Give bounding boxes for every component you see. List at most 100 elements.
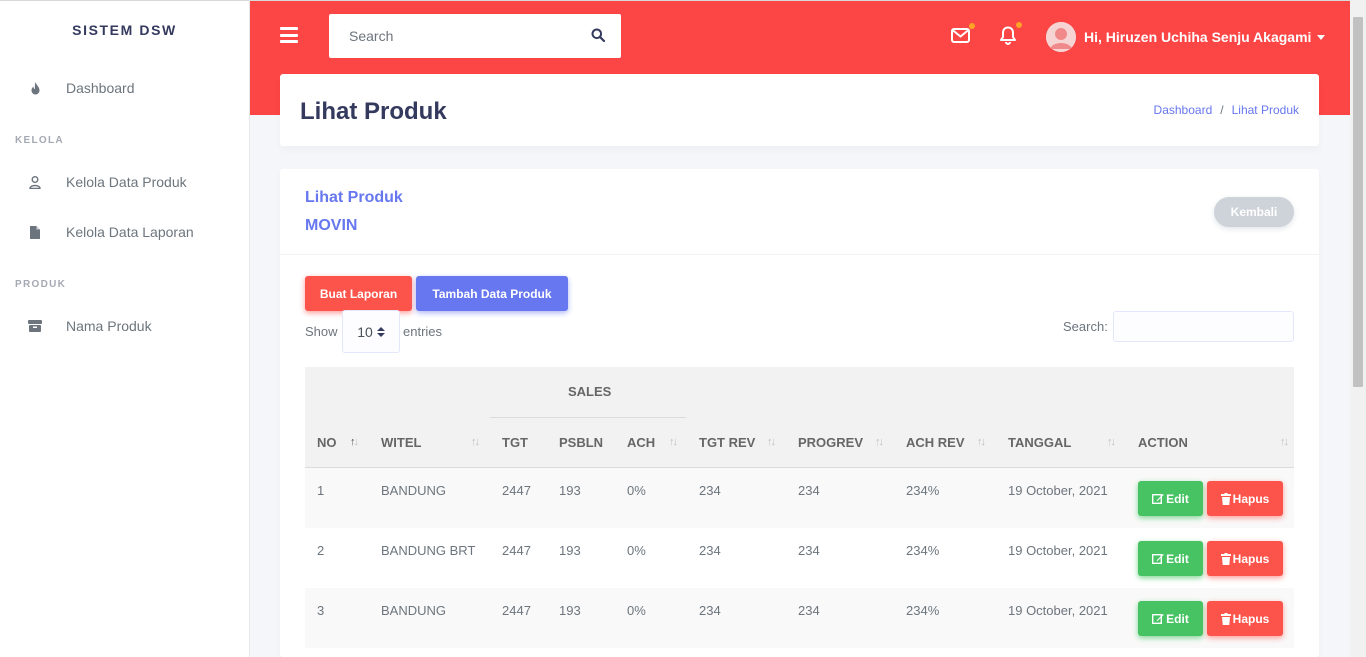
cell-progrev: 234 (798, 543, 820, 558)
column-header-ach[interactable]: ACH (627, 435, 655, 450)
trash-icon (1220, 552, 1231, 565)
cell-ach-rev: 234% (906, 603, 940, 618)
sidebar-item-label: Kelola Data Produk (66, 174, 187, 190)
back-button[interactable]: Kembali (1214, 197, 1294, 227)
sidebar: SISTEM DSW Dashboard KELOLA Kelola Data … (0, 0, 250, 657)
cell-tanggal: 19 October, 2021 (1008, 543, 1108, 558)
edit-button[interactable]: Edit (1138, 481, 1203, 516)
table-row: 2 BANDUNG BRT 2447 193 0% 234 234 234% 1… (305, 528, 1294, 588)
card-header: Lihat Produk MOVIN Kembali (280, 169, 1319, 255)
table-row: 1 BANDUNG 2447 193 0% 234 234 234% 19 Oc… (305, 468, 1294, 528)
delete-label: Hapus (1232, 551, 1270, 566)
breadcrumb-separator: / (1220, 103, 1224, 117)
cell-tgt: 2447 (502, 543, 531, 558)
sidebar-item-label: Kelola Data Laporan (66, 224, 194, 240)
sidebar-item-kelola-produk[interactable]: Kelola Data Produk (0, 157, 249, 207)
sidebar-section-kelola: KELOLA (15, 135, 64, 146)
column-header-no[interactable]: NO (317, 435, 337, 450)
breadcrumb: Dashboard / Lihat Produk (1154, 103, 1299, 117)
card-subtitle: MOVIN (305, 217, 358, 234)
sort-icon[interactable]: ↑↓ (977, 436, 986, 448)
column-header-tgt-rev[interactable]: TGT REV (699, 435, 755, 450)
table-header: SALES NO ↑↓ WITEL ↑↓ TGT PSBLN ACH ↑↓ TG… (305, 367, 1294, 468)
cell-ach: 0% (627, 483, 646, 498)
sidebar-item-label: Nama Produk (66, 318, 152, 334)
column-header-progrev[interactable]: PROGREV (798, 435, 863, 450)
sort-icon[interactable]: ↑↓ (767, 436, 776, 448)
user-greeting: Hi, Hiruzen Uchiha Senju Akagami (1084, 29, 1312, 45)
sort-icon[interactable]: ↑↓ (1107, 436, 1116, 448)
bell-badge-dot (1016, 22, 1022, 28)
avatar (1046, 22, 1076, 52)
column-header-ach-rev[interactable]: ACH REV (906, 435, 965, 450)
search-icon[interactable] (591, 28, 606, 43)
table-row: 3 BANDUNG 2447 193 0% 234 234 234% 19 Oc… (305, 588, 1294, 648)
edit-button[interactable]: Edit (1138, 601, 1203, 636)
card-title: Lihat Produk (305, 189, 403, 206)
user-icon (28, 175, 42, 189)
trash-icon (1220, 612, 1231, 625)
column-header-psbln[interactable]: PSBLN (559, 435, 603, 450)
hamburger-icon[interactable] (280, 27, 298, 43)
breadcrumb-item-current: Lihat Produk (1231, 103, 1299, 117)
table-search-label: Search: (1063, 319, 1108, 334)
column-header-tgt[interactable]: TGT (502, 435, 528, 450)
column-header-action[interactable]: ACTION (1138, 435, 1188, 450)
cell-tgt-rev: 234 (699, 603, 721, 618)
envelope-icon[interactable] (950, 23, 975, 47)
breadcrumb-item-dashboard[interactable]: Dashboard (1154, 103, 1213, 117)
column-header-tanggal[interactable]: TANGGAL (1008, 435, 1071, 450)
cell-ach-rev: 234% (906, 543, 940, 558)
page-scrollbar[interactable] (1350, 0, 1366, 657)
product-card: Lihat Produk MOVIN Kembali Buat Laporan … (280, 169, 1319, 657)
sidebar-item-nama-produk[interactable]: Nama Produk (0, 301, 249, 351)
show-label: Show (305, 324, 338, 339)
search-form (329, 14, 621, 58)
search-input[interactable] (329, 16, 569, 56)
box-icon (28, 319, 42, 333)
caret-down-icon (1317, 34, 1326, 40)
cell-tgt: 2447 (502, 603, 531, 618)
cell-progrev: 234 (798, 603, 820, 618)
cell-tgt-rev: 234 (699, 543, 721, 558)
sort-asc-icon[interactable]: ↑↓ (350, 436, 359, 448)
sales-divider (490, 417, 686, 418)
create-report-button[interactable]: Buat Laporan (305, 276, 412, 311)
user-dropdown[interactable]: Hi, Hiruzen Uchiha Senju Akagami (1046, 22, 1326, 52)
edit-icon (1152, 614, 1164, 624)
fire-icon (28, 81, 42, 95)
sort-select-icon (376, 326, 385, 337)
delete-button[interactable]: Hapus (1207, 481, 1283, 516)
delete-button[interactable]: Hapus (1207, 541, 1283, 576)
page-title: Lihat Produk (300, 98, 447, 125)
section-header: Lihat Produk Dashboard / Lihat Produk (280, 74, 1319, 146)
delete-label: Hapus (1232, 491, 1270, 506)
cell-ach: 0% (627, 543, 646, 558)
cell-tanggal: 19 October, 2021 (1008, 483, 1108, 498)
add-product-button[interactable]: Tambah Data Produk (416, 276, 568, 311)
column-header-witel[interactable]: WITEL (381, 435, 421, 450)
sidebar-section-produk: PRODUK (15, 279, 67, 290)
sort-icon[interactable]: ↑↓ (1280, 436, 1289, 448)
edit-label: Edit (1166, 491, 1189, 506)
sort-icon[interactable]: ↑↓ (471, 436, 480, 448)
entries-value: 10 (357, 323, 373, 340)
entries-label: entries (403, 324, 443, 339)
edit-icon (1152, 494, 1164, 504)
brand-title[interactable]: SISTEM DSW (0, 1, 249, 61)
bell-icon[interactable] (998, 22, 1022, 47)
mail-badge-dot (969, 23, 975, 29)
sidebar-item-dashboard[interactable]: Dashboard (0, 63, 249, 113)
table-search-input[interactable] (1113, 311, 1294, 342)
sort-icon[interactable]: ↑↓ (875, 436, 884, 448)
sidebar-item-kelola-laporan[interactable]: Kelola Data Laporan (0, 207, 249, 257)
delete-button[interactable]: Hapus (1207, 601, 1283, 636)
scrollbar-thumb[interactable] (1353, 17, 1363, 387)
cell-ach: 0% (627, 603, 646, 618)
sales-group-header: SALES (568, 384, 612, 399)
sort-icon[interactable]: ↑↓ (669, 436, 678, 448)
trash-icon (1220, 492, 1231, 505)
edit-button[interactable]: Edit (1138, 541, 1203, 576)
delete-label: Hapus (1232, 611, 1270, 626)
entries-select[interactable]: 10 (342, 310, 400, 353)
